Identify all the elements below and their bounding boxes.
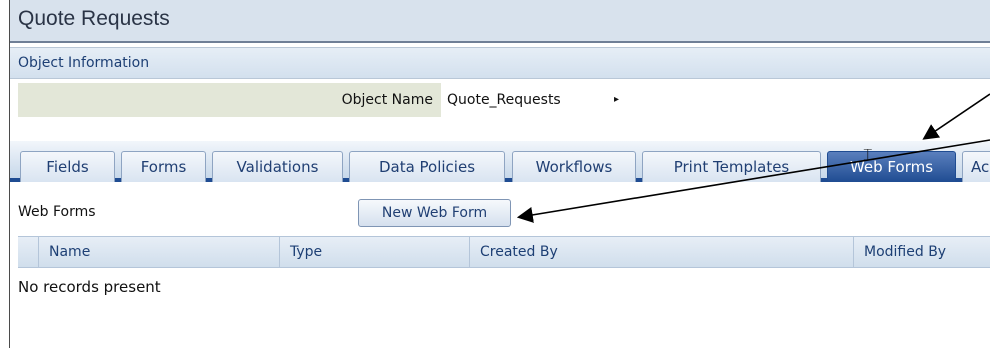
select-column-header (18, 237, 38, 267)
column-header-created-by[interactable]: Created By (469, 237, 853, 267)
tab-web-forms[interactable]: Web Forms (827, 151, 956, 182)
object-name-label-cell: Object Name (18, 83, 441, 117)
object-name-row: Object Name Quote_Requests ▸ (10, 83, 990, 117)
empty-state-message: No records present (18, 278, 161, 296)
tab-bar: Fields Forms Validations Data Policies W… (10, 141, 990, 182)
tab-print-templates[interactable]: Print Templates (642, 151, 821, 182)
section-title: Object Information (18, 55, 150, 71)
web-forms-label: Web Forms (18, 204, 96, 220)
object-information-header: Object Information (10, 47, 990, 79)
column-header-modified-by[interactable]: Modified By (853, 237, 990, 267)
tab-fields[interactable]: Fields (20, 151, 115, 182)
tab-validations[interactable]: Validations (212, 151, 343, 182)
column-header-type[interactable]: Type (279, 237, 469, 267)
tab-data-policies[interactable]: Data Policies (349, 151, 505, 182)
object-name-value: Quote_Requests (447, 92, 561, 108)
page-title: Quote Requests (18, 7, 170, 30)
tab-workflows[interactable]: Workflows (512, 151, 636, 182)
caret-right-icon[interactable]: ▸ (614, 94, 619, 105)
new-web-form-button[interactable]: New Web Form (358, 199, 511, 227)
object-name-label: Object Name (341, 92, 433, 108)
title-bar: Quote Requests (10, 0, 990, 43)
tab-overflow[interactable]: Ac (962, 151, 990, 182)
page-frame: Quote Requests Object Information Object… (9, 0, 990, 348)
column-header-name[interactable]: Name (38, 237, 279, 267)
tab-forms[interactable]: Forms (121, 151, 206, 182)
web-forms-grid-header: Name Type Created By Modified By (18, 236, 990, 268)
